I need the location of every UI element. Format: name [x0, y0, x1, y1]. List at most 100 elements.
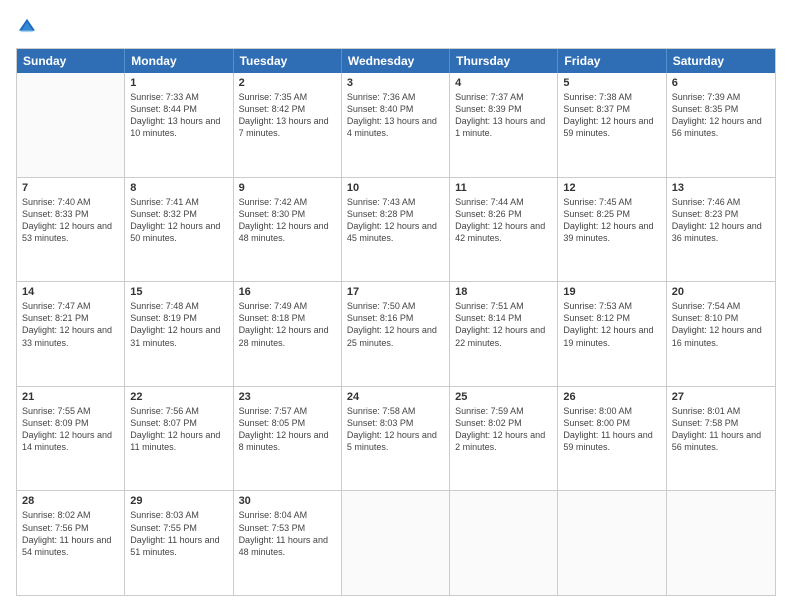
day-cell-30: 30 Sunrise: 8:04 AMSunset: 7:53 PMDayligh…: [234, 491, 342, 595]
day-header-tuesday: Tuesday: [234, 49, 342, 73]
day-cell-5: 5 Sunrise: 7:38 AMSunset: 8:37 PMDaylight…: [558, 73, 666, 177]
day-cell-21: 21 Sunrise: 7:55 AMSunset: 8:09 PMDayligh…: [17, 387, 125, 491]
day-cell-16: 16 Sunrise: 7:49 AMSunset: 8:18 PMDayligh…: [234, 282, 342, 386]
day-number: 2: [239, 77, 336, 89]
day-cell-22: 22 Sunrise: 7:56 AMSunset: 8:07 PMDayligh…: [125, 387, 233, 491]
day-cell-19: 19Sunrise: 7:53 AMSunset: 8:12 PMDayligh…: [558, 282, 666, 386]
day-cell-1: 1 Sunrise: 7:33 AMSunset: 8:44 PMDaylight…: [125, 73, 233, 177]
day-cell-7: 7 Sunrise: 7:40 AMSunset: 8:33 PMDaylight…: [17, 178, 125, 282]
day-cell-11: 11Sunrise: 7:44 AMSunset: 8:26 PMDayligh…: [450, 178, 558, 282]
day-number: 8: [130, 182, 227, 194]
day-cell-14: 14 Sunrise: 7:47 AMSunset: 8:21 PMDayligh…: [17, 282, 125, 386]
day-cell-29: 29 Sunrise: 8:03 AMSunset: 7:55 PMDayligh…: [125, 491, 233, 595]
page: SundayMondayTuesdayWednesdayThursdayFrid…: [0, 0, 792, 612]
day-number: 12: [563, 182, 660, 194]
day-number: 10: [347, 182, 444, 194]
day-number: 24: [347, 391, 444, 403]
day-cell-12: 12 Sunrise: 7:45 AMSunset: 8:25 PMDayligh…: [558, 178, 666, 282]
calendar: SundayMondayTuesdayWednesdayThursdayFrid…: [16, 48, 776, 596]
cell-info: Sunrise: 7:56 AMSunset: 8:07 PMDaylight:…: [130, 405, 227, 454]
day-number: 14: [22, 286, 119, 298]
day-cell-20: 20 Sunrise: 7:54 AMSunset: 8:10 PMDayligh…: [667, 282, 775, 386]
header: [16, 16, 776, 38]
empty-cell: [450, 491, 558, 595]
day-cell-18: 18Sunrise: 7:51 AMSunset: 8:14 PMDayligh…: [450, 282, 558, 386]
calendar-header: SundayMondayTuesdayWednesdayThursdayFrid…: [17, 49, 775, 73]
cell-info: Sunrise: 7:35 AMSunset: 8:42 PMDaylight:…: [239, 91, 336, 140]
day-number: 5: [563, 77, 660, 89]
day-number: 1: [130, 77, 227, 89]
week-row-2: 7 Sunrise: 7:40 AMSunset: 8:33 PMDaylight…: [17, 178, 775, 283]
day-cell-26: 26 Sunrise: 8:00 AMSunset: 8:00 PMDayligh…: [558, 387, 666, 491]
day-number: 28: [22, 495, 119, 507]
day-number: 7: [22, 182, 119, 194]
day-number: 6: [672, 77, 770, 89]
day-cell-23: 23 Sunrise: 7:57 AMSunset: 8:05 PMDayligh…: [234, 387, 342, 491]
cell-info: Sunrise: 8:04 AMSunset: 7:53 PMDaylight:…: [239, 509, 336, 558]
day-number: 3: [347, 77, 444, 89]
day-number: 29: [130, 495, 227, 507]
day-header-monday: Monday: [125, 49, 233, 73]
day-number: 21: [22, 391, 119, 403]
day-number: 4: [455, 77, 552, 89]
day-number: 18: [455, 286, 552, 298]
day-cell-3: 3 Sunrise: 7:36 AMSunset: 8:40 PMDaylight…: [342, 73, 450, 177]
day-number: 30: [239, 495, 336, 507]
day-cell-15: 15 Sunrise: 7:48 AMSunset: 8:19 PMDayligh…: [125, 282, 233, 386]
day-cell-27: 27 Sunrise: 8:01 AMSunset: 7:58 PMDayligh…: [667, 387, 775, 491]
cell-info: Sunrise: 7:45 AMSunset: 8:25 PMDaylight:…: [563, 196, 660, 245]
day-number: 26: [563, 391, 660, 403]
day-header-friday: Friday: [558, 49, 666, 73]
cell-info: Sunrise: 7:46 AMSunset: 8:23 PMDaylight:…: [672, 196, 770, 245]
day-number: 13: [672, 182, 770, 194]
cell-info: Sunrise: 7:36 AMSunset: 8:40 PMDaylight:…: [347, 91, 444, 140]
day-header-wednesday: Wednesday: [342, 49, 450, 73]
cell-info: Sunrise: 7:57 AMSunset: 8:05 PMDaylight:…: [239, 405, 336, 454]
cell-info: Sunrise: 8:03 AMSunset: 7:55 PMDaylight:…: [130, 509, 227, 558]
cell-info: Sunrise: 7:59 AMSunset: 8:02 PMDaylight:…: [455, 405, 552, 454]
empty-cell: [17, 73, 125, 177]
day-number: 22: [130, 391, 227, 403]
day-cell-8: 8 Sunrise: 7:41 AMSunset: 8:32 PMDaylight…: [125, 178, 233, 282]
day-header-thursday: Thursday: [450, 49, 558, 73]
cell-info: Sunrise: 7:48 AMSunset: 8:19 PMDaylight:…: [130, 300, 227, 349]
cell-info: Sunrise: 8:01 AMSunset: 7:58 PMDaylight:…: [672, 405, 770, 454]
cell-info: Sunrise: 7:42 AMSunset: 8:30 PMDaylight:…: [239, 196, 336, 245]
cell-info: Sunrise: 7:54 AMSunset: 8:10 PMDaylight:…: [672, 300, 770, 349]
day-header-sunday: Sunday: [17, 49, 125, 73]
day-cell-10: 10Sunrise: 7:43 AMSunset: 8:28 PMDayligh…: [342, 178, 450, 282]
cell-info: Sunrise: 7:37 AMSunset: 8:39 PMDaylight:…: [455, 91, 552, 140]
cell-info: Sunrise: 8:02 AMSunset: 7:56 PMDaylight:…: [22, 509, 119, 558]
cell-info: Sunrise: 7:41 AMSunset: 8:32 PMDaylight:…: [130, 196, 227, 245]
day-cell-2: 2 Sunrise: 7:35 AMSunset: 8:42 PMDaylight…: [234, 73, 342, 177]
empty-cell: [342, 491, 450, 595]
week-row-3: 14 Sunrise: 7:47 AMSunset: 8:21 PMDayligh…: [17, 282, 775, 387]
day-number: 9: [239, 182, 336, 194]
day-number: 16: [239, 286, 336, 298]
day-number: 17: [347, 286, 444, 298]
day-cell-9: 9 Sunrise: 7:42 AMSunset: 8:30 PMDaylight…: [234, 178, 342, 282]
cell-info: Sunrise: 7:53 AMSunset: 8:12 PMDaylight:…: [563, 300, 660, 349]
day-number: 15: [130, 286, 227, 298]
cell-info: Sunrise: 7:39 AMSunset: 8:35 PMDaylight:…: [672, 91, 770, 140]
day-cell-13: 13 Sunrise: 7:46 AMSunset: 8:23 PMDayligh…: [667, 178, 775, 282]
cell-info: Sunrise: 7:47 AMSunset: 8:21 PMDaylight:…: [22, 300, 119, 349]
cell-info: Sunrise: 7:38 AMSunset: 8:37 PMDaylight:…: [563, 91, 660, 140]
day-number: 23: [239, 391, 336, 403]
week-row-5: 28 Sunrise: 8:02 AMSunset: 7:56 PMDayligh…: [17, 491, 775, 595]
logo-icon: [16, 16, 38, 38]
cell-info: Sunrise: 7:40 AMSunset: 8:33 PMDaylight:…: [22, 196, 119, 245]
week-row-1: 1 Sunrise: 7:33 AMSunset: 8:44 PMDaylight…: [17, 73, 775, 178]
day-number: 20: [672, 286, 770, 298]
calendar-body: 1 Sunrise: 7:33 AMSunset: 8:44 PMDaylight…: [17, 73, 775, 595]
cell-info: Sunrise: 8:00 AMSunset: 8:00 PMDaylight:…: [563, 405, 660, 454]
day-cell-6: 6 Sunrise: 7:39 AMSunset: 8:35 PMDaylight…: [667, 73, 775, 177]
cell-info: Sunrise: 7:49 AMSunset: 8:18 PMDaylight:…: [239, 300, 336, 349]
day-header-saturday: Saturday: [667, 49, 775, 73]
day-number: 27: [672, 391, 770, 403]
day-cell-4: 4 Sunrise: 7:37 AMSunset: 8:39 PMDaylight…: [450, 73, 558, 177]
cell-info: Sunrise: 7:55 AMSunset: 8:09 PMDaylight:…: [22, 405, 119, 454]
cell-info: Sunrise: 7:33 AMSunset: 8:44 PMDaylight:…: [130, 91, 227, 140]
day-cell-28: 28 Sunrise: 8:02 AMSunset: 7:56 PMDayligh…: [17, 491, 125, 595]
cell-info: Sunrise: 7:58 AMSunset: 8:03 PMDaylight:…: [347, 405, 444, 454]
